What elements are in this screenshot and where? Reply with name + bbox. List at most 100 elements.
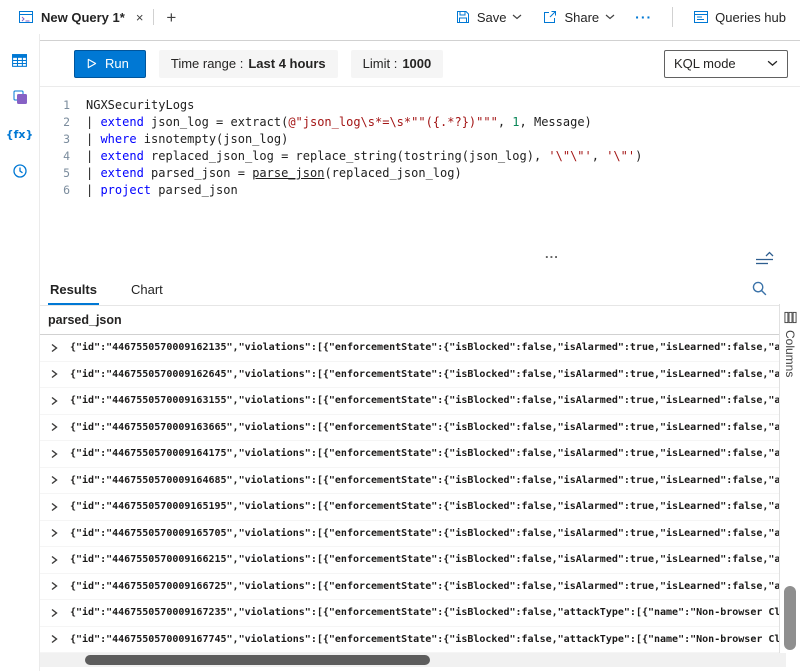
table-row[interactable]: {"id":"4467550570009166215","violations"… bbox=[40, 547, 779, 574]
functions-icon[interactable]: {fx} bbox=[8, 124, 32, 144]
code-text: | extend replaced_json_log = replace_str… bbox=[86, 148, 642, 165]
horizontal-scrollbar[interactable] bbox=[40, 653, 786, 667]
tables-icon[interactable] bbox=[8, 50, 32, 70]
code-text: | project parsed_json bbox=[86, 182, 238, 199]
time-range-button[interactable]: Time range : Last 4 hours bbox=[159, 50, 338, 78]
columns-panel-label: Columns bbox=[783, 330, 797, 377]
left-rail: {fx} bbox=[0, 34, 40, 671]
save-label: Save bbox=[477, 10, 507, 25]
code-line[interactable]: 1NGXSecurityLogs bbox=[40, 97, 800, 114]
share-label: Share bbox=[564, 10, 599, 25]
kql-mode-dropdown[interactable]: KQL mode bbox=[664, 50, 788, 78]
code-line[interactable]: 5| extend parsed_json = parse_json(repla… bbox=[40, 165, 800, 182]
query-history-icon[interactable] bbox=[8, 161, 32, 181]
table-row[interactable]: {"id":"4467550570009165195","violations"… bbox=[40, 494, 779, 521]
queries-hub-button[interactable]: Queries hub bbox=[693, 9, 786, 25]
expand-row-chevron-icon[interactable] bbox=[49, 634, 59, 644]
expand-row-chevron-icon[interactable] bbox=[49, 449, 59, 459]
row-json-text: {"id":"4467550570009165705","violations"… bbox=[70, 528, 779, 539]
expand-row-chevron-icon[interactable] bbox=[49, 528, 59, 538]
results-grid: parsed_json {"id":"4467550570009162135",… bbox=[40, 305, 800, 653]
line-number: 1 bbox=[40, 97, 86, 114]
table-row[interactable]: {"id":"4467550570009167235","violations"… bbox=[40, 600, 779, 627]
columns-panel-toggle[interactable]: Columns bbox=[783, 311, 797, 377]
table-row[interactable]: {"id":"4467550570009167745","violations"… bbox=[40, 627, 779, 654]
chevron-down-icon bbox=[512, 14, 522, 20]
code-line[interactable]: 3| where isnotempty(json_log) bbox=[40, 131, 800, 148]
query-toolbar: Run Time range : Last 4 hours Limit : 10… bbox=[40, 41, 800, 87]
results-rows: {"id":"4467550570009162135","violations"… bbox=[40, 335, 779, 653]
time-range-label: Time range : bbox=[171, 56, 244, 71]
column-header-parsed-json[interactable]: parsed_json bbox=[40, 305, 779, 335]
table-row[interactable]: {"id":"4467550570009166725","violations"… bbox=[40, 574, 779, 601]
more-commands-button[interactable]: ··· bbox=[635, 9, 652, 25]
row-json-text: {"id":"4467550570009166725","violations"… bbox=[70, 581, 779, 592]
kql-mode-label: KQL mode bbox=[674, 56, 736, 71]
queries-hub-icon bbox=[693, 9, 709, 25]
line-number: 5 bbox=[40, 165, 86, 182]
collapse-editor-icon[interactable] bbox=[755, 251, 774, 266]
expand-row-chevron-icon[interactable] bbox=[49, 502, 59, 512]
columns-icon bbox=[784, 311, 797, 324]
query-tab-icon bbox=[18, 9, 34, 25]
editor-lines: 1NGXSecurityLogs2| extend json_log = ext… bbox=[40, 97, 800, 199]
play-icon bbox=[86, 58, 97, 69]
tab-label: New Query 1* bbox=[41, 10, 125, 25]
limit-button[interactable]: Limit : 1000 bbox=[351, 50, 444, 78]
results-tab-bar: Results Chart bbox=[40, 271, 800, 305]
expand-row-chevron-icon[interactable] bbox=[49, 422, 59, 432]
table-row[interactable]: {"id":"4467550570009163155","violations"… bbox=[40, 388, 779, 415]
queries-hub-label: Queries hub bbox=[715, 10, 786, 25]
divider bbox=[672, 7, 673, 27]
run-button[interactable]: Run bbox=[74, 50, 146, 78]
panel-splitter: ... bbox=[40, 249, 800, 271]
row-json-text: {"id":"4467550570009165195","violations"… bbox=[70, 501, 779, 512]
code-text: NGXSecurityLogs bbox=[86, 97, 194, 114]
table-row[interactable]: {"id":"4467550570009163665","violations"… bbox=[40, 415, 779, 442]
app-window: New Query 1* × + Save bbox=[0, 0, 800, 671]
tab-new-query[interactable]: New Query 1* × bbox=[0, 0, 153, 34]
save-button[interactable]: Save bbox=[455, 9, 523, 25]
code-line[interactable]: 6| project parsed_json bbox=[40, 182, 800, 199]
query-editor[interactable]: 1NGXSecurityLogs2| extend json_log = ext… bbox=[40, 87, 800, 249]
code-line[interactable]: 2| extend json_log = extract(@"json_log\… bbox=[40, 114, 800, 131]
line-number: 4 bbox=[40, 148, 86, 165]
expand-row-chevron-icon[interactable] bbox=[49, 555, 59, 565]
expand-row-chevron-icon[interactable] bbox=[49, 396, 59, 406]
expand-row-chevron-icon[interactable] bbox=[49, 369, 59, 379]
row-json-text: {"id":"4467550570009163665","violations"… bbox=[70, 422, 779, 433]
functions-label: {fx} bbox=[6, 128, 34, 141]
row-json-text: {"id":"4467550570009167235","violations"… bbox=[70, 607, 779, 618]
table-row[interactable]: {"id":"4467550570009164685","violations"… bbox=[40, 468, 779, 495]
expand-row-chevron-icon[interactable] bbox=[49, 581, 59, 591]
example-queries-icon[interactable] bbox=[8, 87, 32, 107]
code-text: | extend parsed_json = parse_json(replac… bbox=[86, 165, 462, 182]
row-json-text: {"id":"4467550570009162645","violations"… bbox=[70, 369, 779, 380]
line-number: 2 bbox=[40, 114, 86, 131]
tab-chart[interactable]: Chart bbox=[129, 282, 165, 305]
code-text: | extend json_log = extract(@"json_log\s… bbox=[86, 114, 592, 131]
tab-bar: New Query 1* × + Save bbox=[0, 0, 800, 34]
table-row[interactable]: {"id":"4467550570009162645","violations"… bbox=[40, 362, 779, 389]
tab-results[interactable]: Results bbox=[48, 282, 99, 305]
expand-row-chevron-icon[interactable] bbox=[49, 608, 59, 618]
resize-handle[interactable]: ... bbox=[545, 249, 559, 259]
table-row[interactable]: {"id":"4467550570009162135","violations"… bbox=[40, 335, 779, 362]
search-icon[interactable] bbox=[751, 280, 768, 297]
share-icon bbox=[542, 9, 558, 25]
right-side-panel: Columns bbox=[779, 304, 800, 653]
run-label: Run bbox=[105, 56, 129, 71]
tab-close-icon[interactable]: × bbox=[136, 10, 144, 25]
vertical-scrollbar-thumb[interactable] bbox=[784, 586, 796, 650]
table-row[interactable]: {"id":"4467550570009165705","violations"… bbox=[40, 521, 779, 548]
expand-row-chevron-icon[interactable] bbox=[49, 343, 59, 353]
topbar-actions: Save Share ··· bbox=[455, 7, 800, 27]
code-line[interactable]: 4| extend replaced_json_log = replace_st… bbox=[40, 148, 800, 165]
row-json-text: {"id":"4467550570009162135","violations"… bbox=[70, 342, 779, 353]
new-tab-button[interactable]: + bbox=[166, 9, 176, 26]
expand-row-chevron-icon[interactable] bbox=[49, 475, 59, 485]
chevron-down-icon bbox=[767, 60, 778, 67]
share-button[interactable]: Share bbox=[542, 9, 615, 25]
table-row[interactable]: {"id":"4467550570009164175","violations"… bbox=[40, 441, 779, 468]
horizontal-scrollbar-thumb[interactable] bbox=[85, 655, 430, 665]
